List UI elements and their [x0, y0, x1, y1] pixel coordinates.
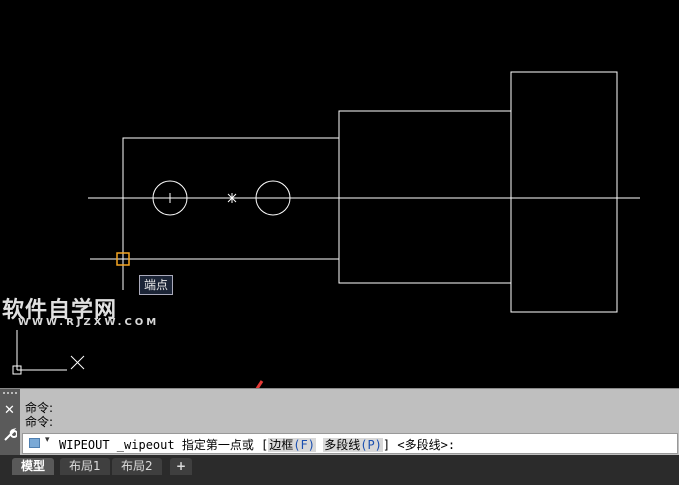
history-line: 命令: — [25, 415, 54, 429]
prompt-tail: ] <多段线>: — [382, 438, 456, 452]
drawing-svg — [12, 71, 640, 388]
wrench-icon[interactable] — [3, 427, 18, 446]
command-input[interactable]: ▾ WIPEOUT _wipeout 指定第一点或 [边框(F) 多段线(P)]… — [22, 433, 678, 454]
ucs-icon — [12, 330, 85, 375]
left-shaft-outline — [122, 137, 339, 290]
close-icon[interactable]: ✕ — [4, 403, 15, 418]
option-polyline-label[interactable]: 多段线 — [324, 438, 360, 452]
endpoint-tooltip: 端点 — [139, 275, 174, 295]
option-boundary[interactable]: 边框(F) — [268, 438, 316, 452]
tab-model[interactable]: 模型 — [12, 458, 55, 475]
chevron-down-icon[interactable]: ▾ — [45, 435, 50, 445]
command-prompt: WIPEOUT _wipeout 指定第一点或 [边框(F) 多段线(P)] <… — [59, 436, 455, 453]
watermark-url: WWW.RJZXW.COM — [18, 317, 160, 328]
right-block — [510, 71, 618, 313]
command-folder-icon[interactable] — [29, 438, 40, 448]
layout-tab-bar: 模型 布局1 布局2 + — [0, 455, 679, 485]
command-history: 命令: 命令: — [25, 401, 53, 429]
add-layout-button[interactable]: + — [170, 458, 193, 475]
option-polyline-key[interactable]: (P) — [360, 438, 382, 452]
option-boundary-label[interactable]: 边框 — [269, 438, 293, 452]
drawing-canvas[interactable]: 端点 软件自学网 WWW.RJZXW.COM — [0, 0, 679, 388]
command-window: ✕ 命令: 命令: ▾ WIPEOUT _wipeout 指定第一点或 [边框(… — [0, 388, 679, 456]
tab-layout2[interactable]: 布局2 — [112, 458, 162, 475]
tab-layout1[interactable]: 布局1 — [60, 458, 110, 475]
prompt-text: WIPEOUT _wipeout 指定第一点或 [ — [59, 438, 269, 452]
grip-handle[interactable] — [3, 392, 17, 398]
option-boundary-key[interactable]: (F) — [293, 438, 315, 452]
option-polyline[interactable]: 多段线(P) — [323, 438, 383, 452]
middle-block — [338, 110, 512, 284]
command-grip[interactable]: ✕ — [0, 389, 20, 456]
history-line: 命令: — [25, 401, 54, 415]
red-arrow-annotation — [255, 380, 264, 388]
